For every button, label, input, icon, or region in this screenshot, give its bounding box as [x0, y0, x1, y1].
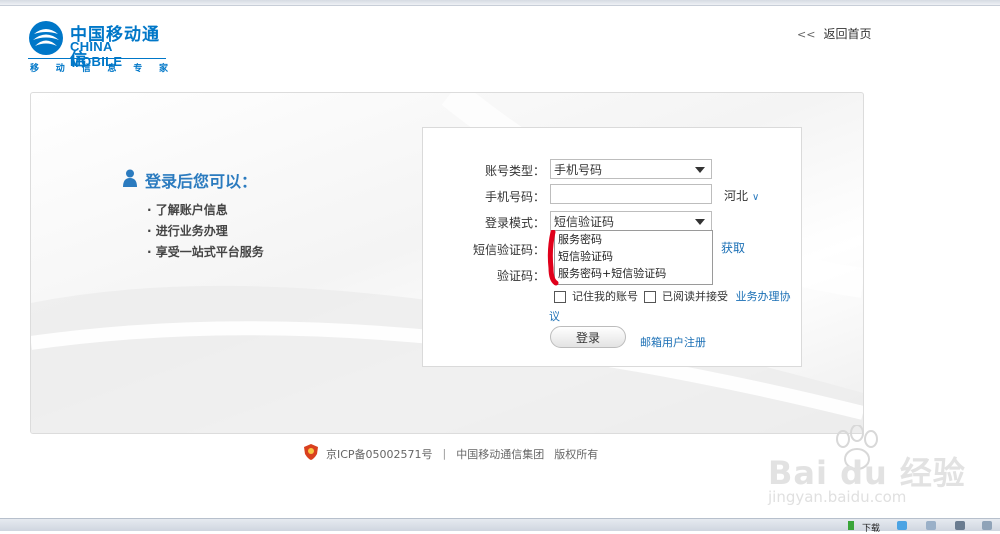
agreement-label: 已阅读并接受: [662, 290, 728, 303]
phone-input[interactable]: [550, 184, 712, 204]
login-mode-select[interactable]: 短信验证码: [550, 211, 712, 231]
agreement-link-continued[interactable]: 议: [549, 308, 560, 324]
company-name: 中国移动通信集团: [456, 447, 545, 461]
download-label[interactable]: 下载: [862, 521, 880, 534]
remember-account-label: 记住我的账号: [572, 290, 638, 303]
signal-icon: [848, 521, 854, 530]
logo-slogan: 移动信息专家: [30, 64, 168, 74]
red-annotation-mark: [547, 230, 559, 286]
login-benefits: 登录后您可以： · 了解账户信息 · 进行业务办理 · 享受一站式平台服务: [123, 168, 264, 263]
icp-link[interactable]: 京ICP备05002571号: [326, 446, 433, 462]
benefits-list: · 了解账户信息 · 进行业务办理 · 享受一站式平台服务: [123, 200, 264, 263]
region-selector[interactable]: 河北 ∨: [724, 187, 759, 204]
benefits-title: 登录后您可以：: [145, 172, 258, 191]
list-item: · 进行业务办理: [147, 224, 228, 238]
baidu-jingyan-watermark: Bai du 经验 jingyan.baidu.com: [768, 425, 998, 515]
list-item: · 享受一站式平台服务: [147, 245, 264, 259]
chevron-down-icon: ∨: [752, 192, 760, 203]
login-button[interactable]: 登录: [550, 326, 626, 348]
get-sms-code-link[interactable]: 获取: [721, 239, 745, 256]
benefits-heading: 登录后您可以：: [123, 168, 264, 192]
remember-account-row[interactable]: 记住我的账号: [554, 288, 638, 304]
list-item: · 了解账户信息: [147, 203, 228, 217]
china-mobile-emblem-icon: [29, 21, 63, 55]
agreement-checkbox[interactable]: [644, 291, 656, 303]
copyright-text: 版权所有: [554, 447, 599, 461]
double-chevron-left-icon: <<: [797, 28, 816, 41]
back-to-home-label: 返回首页: [823, 27, 872, 41]
login-mode-label: 登录模式：: [484, 216, 545, 230]
back-to-home-link[interactable]: << 返回首页: [797, 25, 871, 42]
login-mode-value: 短信验证码: [554, 215, 615, 229]
sms-code-label: 短信验证码：: [472, 243, 545, 257]
system-taskbar: 下载: [0, 518, 1000, 534]
captcha-label: 验证码：: [496, 269, 545, 283]
window-icon[interactable]: [926, 521, 936, 530]
account-type-value: 手机号码: [554, 163, 603, 177]
agreement-link[interactable]: 业务办理协: [736, 290, 791, 303]
login-mode-dropdown-list[interactable]: 服务密码 短信验证码 服务密码+短信验证码: [554, 230, 713, 285]
user-icon: [123, 169, 137, 191]
tray-icon[interactable]: [982, 521, 992, 530]
footer-separator: |: [442, 447, 447, 460]
dropdown-arrow-icon: [695, 219, 705, 225]
china-mobile-logo[interactable]: 中国移动通信 CHINA MOBILE 移动信息专家: [28, 18, 168, 74]
account-type-label: 账号类型：: [484, 164, 545, 178]
dropdown-option[interactable]: 服务密码: [555, 231, 712, 248]
region-label: 河北: [724, 189, 749, 203]
browser-icon[interactable]: [897, 521, 907, 530]
browser-top-strip: [0, 0, 1000, 6]
watermark-url: jingyan.baidu.com: [768, 488, 907, 506]
speaker-icon[interactable]: [955, 521, 965, 530]
dropdown-arrow-icon: [695, 167, 705, 173]
dropdown-option[interactable]: 服务密码+短信验证码: [555, 265, 712, 282]
logo-divider: [28, 58, 166, 59]
phone-label: 手机号码：: [484, 190, 545, 204]
police-badge-icon: [304, 444, 318, 463]
agreement-row[interactable]: 已阅读并接受 业务办理协: [644, 288, 791, 304]
account-type-select[interactable]: 手机号码: [550, 159, 712, 179]
remember-account-checkbox[interactable]: [554, 291, 566, 303]
email-register-link[interactable]: 邮箱用户注册: [640, 334, 706, 350]
dropdown-option[interactable]: 短信验证码: [555, 248, 712, 265]
page-footer: 京ICP备05002571号 | 中国移动通信集团 版权所有: [304, 444, 598, 463]
